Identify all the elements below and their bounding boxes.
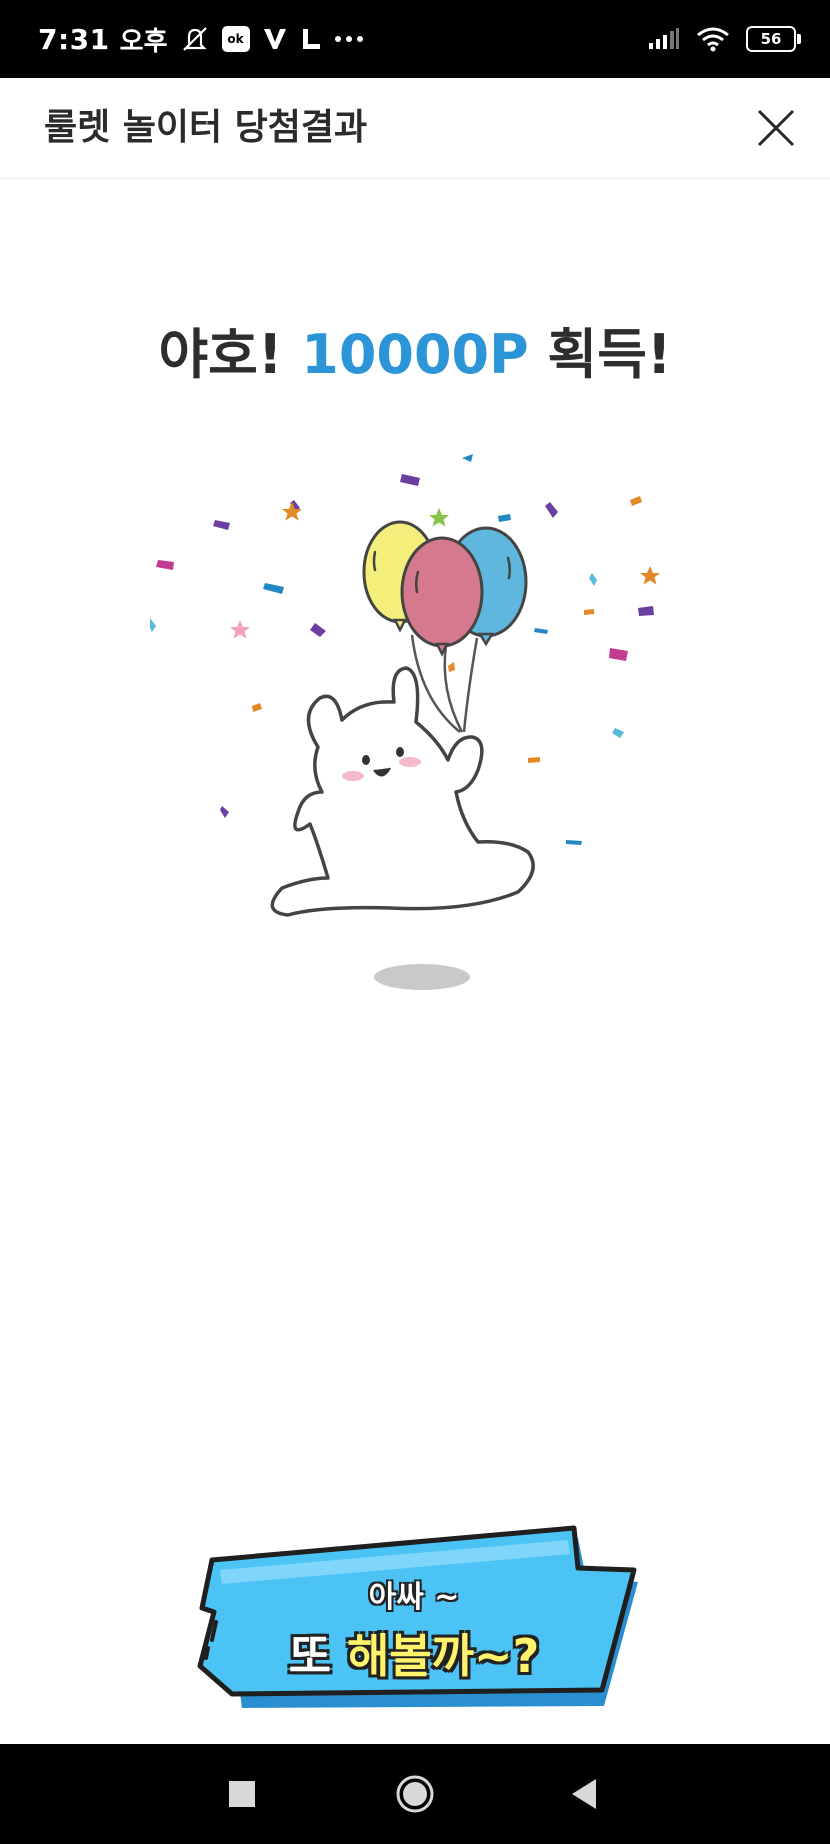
status-time: 7:31 xyxy=(38,22,110,56)
result-points: 10000P xyxy=(301,323,529,386)
recent-apps-button[interactable] xyxy=(202,1744,282,1844)
battery-icon: 56 xyxy=(746,26,801,52)
status-left: 7:31 오후 ok xyxy=(38,0,364,78)
back-button[interactable] xyxy=(544,1744,624,1844)
close-icon xyxy=(757,109,795,147)
cta-line-2: 또 해볼까~? xyxy=(188,1620,640,1686)
more-notifications-icon xyxy=(334,35,364,43)
mute-notification-icon xyxy=(180,25,210,53)
status-bar: 7:31 오후 ok 56 xyxy=(0,0,830,78)
cta-highlight: 해볼까~? xyxy=(347,1629,540,1683)
cta-word-again: 또 xyxy=(288,1629,332,1683)
page-header: 룰렛 놀이터 당첨결과 xyxy=(0,78,830,179)
retry-button[interactable]: 아싸 ~ 또 해볼까~? xyxy=(188,1518,640,1712)
triangle-back-icon xyxy=(572,1779,596,1809)
left-eye xyxy=(362,755,370,765)
cta-line-1: 아싸 ~ xyxy=(368,1580,460,1615)
status-ampm: 오후 xyxy=(119,26,168,57)
result-prefix: 야호! xyxy=(158,323,283,386)
result-headline: 야호! 10000P 획득! xyxy=(0,310,830,389)
square-icon xyxy=(229,1781,255,1807)
right-blush xyxy=(399,757,421,767)
balloons xyxy=(362,520,528,657)
home-button[interactable] xyxy=(375,1744,455,1844)
ghost-bunny xyxy=(270,666,535,917)
right-eye xyxy=(396,747,404,757)
page-title: 룰렛 놀이터 당첨결과 xyxy=(44,107,368,148)
ok-app-icon: ok xyxy=(221,26,250,52)
wifi-icon xyxy=(696,26,730,52)
close-button[interactable] xyxy=(750,102,802,154)
l-app-icon xyxy=(300,27,322,51)
v-app-icon xyxy=(262,27,288,51)
status-right: 56 xyxy=(648,0,801,78)
pink-balloon xyxy=(400,536,484,657)
result-suffix: 획득! xyxy=(547,323,672,386)
celebration-illustration xyxy=(147,440,680,1000)
system-navigation-bar xyxy=(0,1744,830,1844)
ground-shadow xyxy=(374,964,470,990)
left-blush xyxy=(342,771,364,781)
circle-icon xyxy=(396,1775,434,1813)
signal-icon xyxy=(648,28,680,50)
